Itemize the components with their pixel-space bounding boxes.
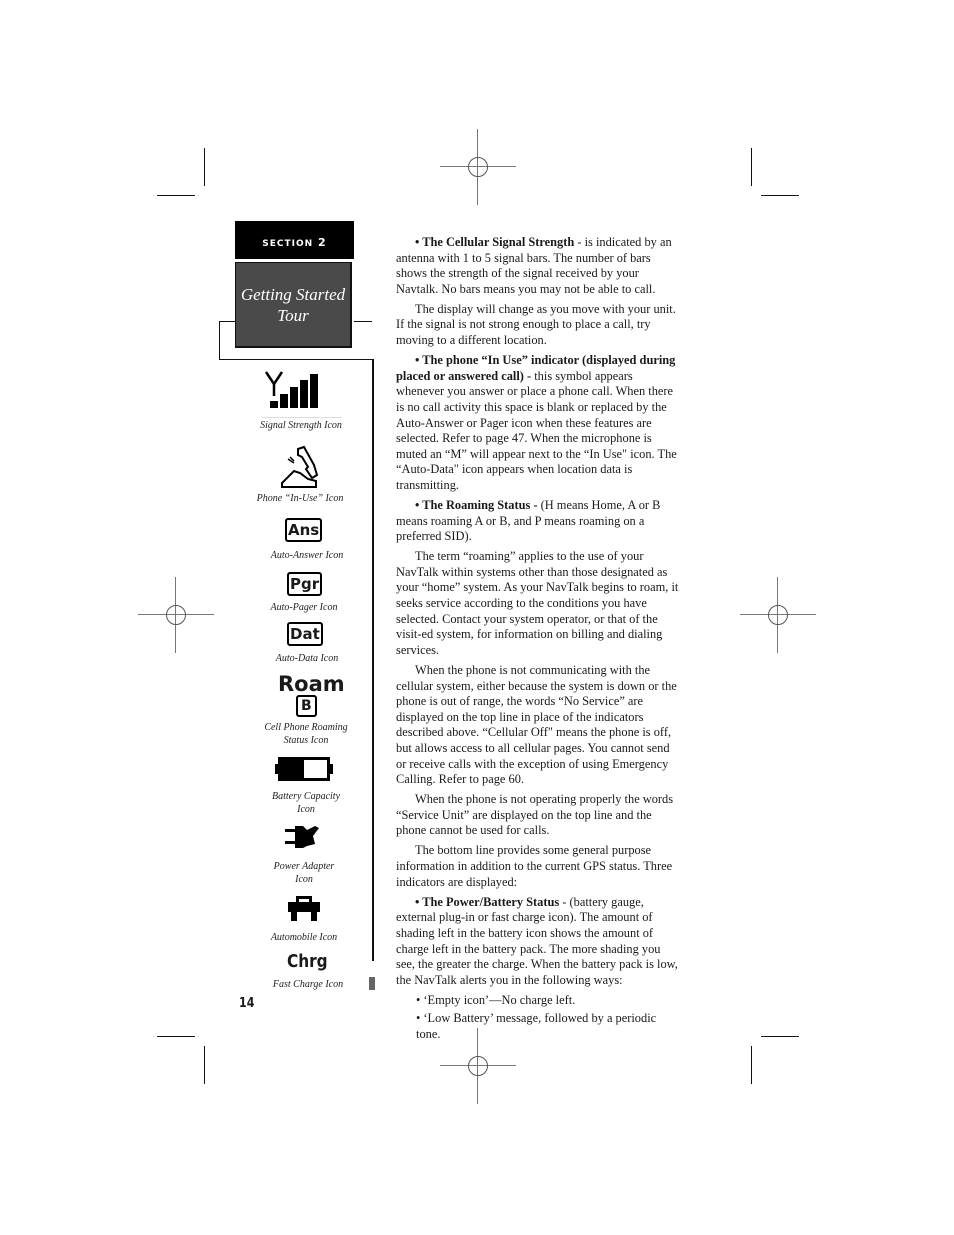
- heading-inline: • The Cellular Signal Strength: [415, 235, 575, 249]
- icon-caption: Auto-Data Icon: [275, 653, 339, 664]
- paragraph: The term “roaming” applies to the use of…: [396, 549, 679, 657]
- icon-caption: Signal Strength Icon: [260, 420, 342, 431]
- icon-caption-line: Icon: [295, 874, 313, 885]
- crop-mark: [157, 1036, 195, 1037]
- divider-line: [219, 359, 372, 360]
- icon-caption: Automobile Icon: [270, 932, 338, 943]
- section-title-line1: Getting Started: [240, 285, 346, 304]
- battery-terminal: [330, 764, 333, 774]
- paragraph-roaming: • The Roaming Status - (H means Home, A …: [396, 498, 680, 545]
- thumb-tab-marker: [369, 977, 375, 990]
- auto-data-icon: Dat: [287, 622, 323, 646]
- section-label: Section 2: [235, 221, 354, 259]
- divider-line: [262, 417, 342, 418]
- battery-capacity-icon: [278, 757, 330, 781]
- roaming-band-icon: B: [296, 695, 317, 717]
- icon-caption: Power Adapter Icon: [244, 860, 364, 886]
- paragraph: The bottom line provides some general pu…: [396, 843, 673, 889]
- bullet-item: • ‘Empty icon’—No charge left.: [416, 992, 576, 1007]
- divider-line: [219, 321, 220, 359]
- paragraph: The display will change as you move with…: [396, 301, 676, 348]
- crop-mark: [761, 1036, 799, 1037]
- crop-mark: [751, 1046, 752, 1084]
- page-number: 14: [239, 996, 255, 1011]
- icon-caption-line: Power Adapter: [273, 861, 335, 872]
- auto-answer-icon: Ans: [285, 518, 323, 542]
- automobile-icon: [288, 896, 320, 921]
- paragraph-text: this symbol appears whenever you answer …: [396, 368, 677, 492]
- roaming-status-icon: Roam: [278, 672, 345, 696]
- crop-mark: [204, 1046, 205, 1084]
- crop-mark: [751, 148, 752, 186]
- registration-mark-icon: [440, 129, 516, 205]
- registration-mark-icon: [740, 577, 816, 653]
- crop-mark: [761, 195, 799, 196]
- crop-mark: [204, 148, 205, 186]
- icon-caption-line: Icon: [297, 804, 315, 815]
- paragraph-signal-strength: • The Cellular Signal Strength - is indi…: [396, 235, 680, 297]
- phone-in-use-icon: [281, 445, 319, 488]
- registration-mark-icon: [138, 577, 214, 653]
- icon-caption-line: Status Icon: [283, 735, 329, 746]
- crop-mark: [157, 195, 195, 196]
- paragraph-in-use: • The phone “In Use” indicator (displaye…: [396, 353, 680, 493]
- icon-caption: Cell Phone Roaming Status Icon: [246, 721, 366, 747]
- paragraph-power: • The Power/Battery Status - (battery ga…: [396, 895, 680, 989]
- icon-caption-line: Cell Phone Roaming: [264, 722, 348, 733]
- heading-inline: • The Roaming Status -: [415, 498, 538, 512]
- battery-terminal: [275, 764, 278, 774]
- signal-strength-icon: [264, 371, 318, 408]
- section-label-prefix: Section: [262, 239, 314, 249]
- body-text: • The Cellular Signal Strength - is indi…: [396, 235, 680, 1046]
- section-title: Getting Started Tour: [235, 262, 352, 348]
- fast-charge-icon: Chrg: [287, 951, 328, 972]
- paragraph: When the phone is not communicating with…: [396, 662, 677, 787]
- section-number: 2: [318, 236, 327, 249]
- divider-line: [219, 321, 235, 322]
- bullet-item: • ‘Low Battery’ message, followed by a p…: [416, 1011, 657, 1041]
- icon-caption-line: Battery Capacity: [271, 791, 341, 802]
- power-adapter-icon: [285, 826, 319, 848]
- sidebar-rule: [372, 359, 374, 961]
- icon-caption: Auto-Pager Icon: [270, 602, 338, 613]
- section-title-line2: Tour: [277, 306, 309, 325]
- icon-caption: Battery Capacity Icon: [246, 790, 366, 816]
- paragraph: When the phone is not operating properly…: [396, 792, 674, 838]
- auto-pager-icon: Pgr: [287, 572, 323, 596]
- heading-inline: • The Power/Battery Status: [415, 894, 560, 909]
- battery-fill: [281, 760, 304, 778]
- divider-line: [354, 321, 372, 322]
- icon-caption: Auto-Answer Icon: [270, 550, 344, 561]
- icon-caption: Fast Charge Icon: [272, 979, 344, 990]
- icon-caption: Phone “In-Use” Icon: [256, 493, 344, 504]
